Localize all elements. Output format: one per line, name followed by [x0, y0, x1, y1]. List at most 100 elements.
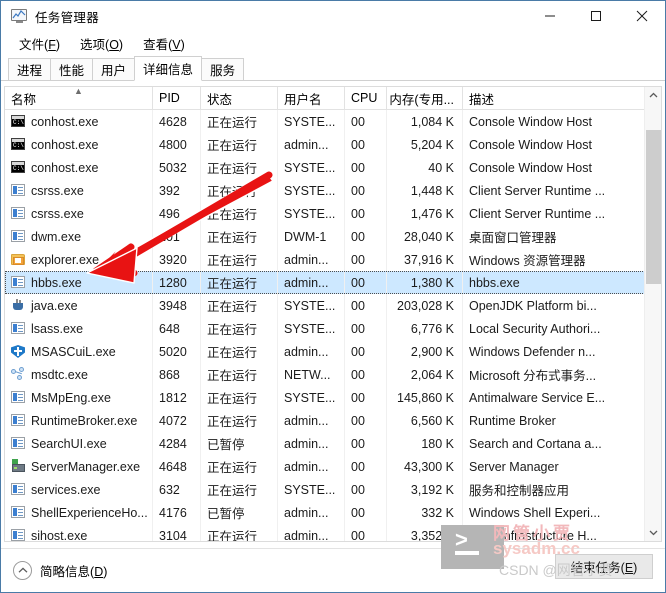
cell-name: msdtc.exe — [5, 363, 153, 386]
process-pid: 5032 — [159, 160, 187, 175]
table-row[interactable]: MSASCuiL.exe 5020 正在运行 admin... 00 2,900 K Win… — [5, 340, 661, 363]
scroll-down-button[interactable] — [645, 524, 661, 541]
tab-processes[interactable]: 进程 — [8, 58, 52, 81]
close-button[interactable] — [619, 1, 665, 31]
process-user: SYSTE... — [284, 321, 336, 336]
end-task-button[interactable]: 结束任务(E) — [555, 554, 653, 579]
process-name: SearchUI.exe — [31, 436, 107, 451]
cell-user: admin... — [278, 271, 345, 294]
task-manager-window: 任务管理器 文件(F) 选项(O) 查看(V) 进程 性能 用户 详细信息 服务 — [0, 0, 666, 593]
column-header-state-label: 状态 — [207, 92, 233, 107]
maximize-button[interactable] — [573, 1, 619, 31]
table-row[interactable]: sihost.exe 3104 正在运行 admin... 00 3,352 K Shell… — [5, 524, 661, 541]
column-header-description[interactable]: 描述 — [463, 87, 661, 109]
cell-memory: 3,192 K — [387, 478, 463, 501]
process-pid: 648 — [159, 321, 180, 336]
app-window-icon — [11, 482, 26, 497]
tab-services[interactable]: 服务 — [201, 58, 245, 81]
column-header-name[interactable]: 名称 ▲ — [5, 87, 153, 109]
cell-description: Server Manager — [463, 455, 661, 478]
menu-view[interactable]: 查看(V) — [133, 32, 195, 55]
table-row[interactable]: C:\ conhost.exe 4800 正在运行 admin... 00 5,204 K C… — [5, 133, 661, 156]
cell-state: 正在运行 — [201, 317, 278, 340]
cell-state: 正在运行 — [201, 156, 278, 179]
table-row[interactable]: RuntimeBroker.exe 4072 正在运行 admin... 00 6,560… — [5, 409, 661, 432]
column-header-pid[interactable]: PID — [153, 87, 201, 109]
process-description: Console Window Host — [469, 137, 592, 152]
process-description: Client Server Runtime ... — [469, 206, 606, 221]
menu-options-label: 选项 — [80, 37, 106, 52]
table-row[interactable]: C:\ conhost.exe 5032 正在运行 SYSTE... 00 40 K Cons… — [5, 156, 661, 179]
process-memory: 332 K — [421, 505, 454, 520]
table-row[interactable]: services.exe 632 正在运行 SYSTE... 00 3,192 K 服务和控… — [5, 478, 661, 501]
process-user: NETW... — [284, 367, 331, 382]
table-row[interactable]: java.exe 3948 正在运行 SYSTE... 00 203,028 K OpenJ… — [5, 294, 661, 317]
process-state: 正在运行 — [207, 484, 258, 498]
scrollbar-thumb[interactable] — [646, 130, 661, 284]
menu-bar: 文件(F) 选项(O) 查看(V) — [1, 31, 665, 55]
cell-memory: 1,448 K — [387, 179, 463, 202]
java-icon — [11, 298, 26, 313]
table-row[interactable]: dwm.exe 101 正在运行 DWM-1 00 28,040 K 桌面窗口管理器 — [5, 225, 661, 248]
process-cpu: 00 — [351, 528, 365, 542]
cell-user: SYSTE... — [278, 156, 345, 179]
vertical-scrollbar[interactable] — [644, 87, 661, 541]
cell-cpu: 00 — [345, 225, 387, 248]
table-row[interactable]: C:\ conhost.exe 4628 正在运行 SYSTE... 00 1,084 K C… — [5, 110, 661, 133]
brief-info-toggle[interactable]: 简略信息(D) — [13, 561, 107, 580]
table-row[interactable]: explorer.exe 3920 正在运行 admin... 00 37,916 K Wi… — [5, 248, 661, 271]
menu-file[interactable]: 文件(F) — [9, 32, 70, 55]
tab-details[interactable]: 详细信息 — [134, 56, 203, 81]
cell-name: C:\ conhost.exe — [5, 133, 153, 156]
table-row[interactable]: SearchUI.exe 4284 已暂停 admin... 00 180 K Search… — [5, 432, 661, 455]
table-row[interactable]: lsass.exe 648 正在运行 SYSTE... 00 6,776 K Local S… — [5, 317, 661, 340]
cell-description: Runtime Broker — [463, 409, 661, 432]
app-window-icon — [11, 505, 26, 520]
table-row[interactable]: MsMpEng.exe 1812 正在运行 SYSTE... 00 145,860 K An… — [5, 386, 661, 409]
table-row[interactable]: ShellExperienceHo... 4176 已暂停 admin... 00 332… — [5, 501, 661, 524]
process-pid: 3920 — [159, 252, 187, 267]
cell-description: Console Window Host — [463, 156, 661, 179]
column-header-state[interactable]: 状态 — [201, 87, 278, 109]
scroll-up-button[interactable] — [645, 87, 661, 104]
cell-pid: 392 — [153, 179, 201, 202]
cell-cpu: 00 — [345, 133, 387, 156]
cell-cpu: 00 — [345, 179, 387, 202]
tab-performance[interactable]: 性能 — [50, 58, 94, 81]
cell-user: SYSTE... — [278, 386, 345, 409]
cell-state: 正在运行 — [201, 179, 278, 202]
cell-pid: 632 — [153, 478, 201, 501]
process-pid: 632 — [159, 482, 180, 497]
menu-options[interactable]: 选项(O) — [70, 32, 133, 55]
cell-name: lsass.exe — [5, 317, 153, 340]
table-row[interactable]: csrss.exe 496 正在运行 SYSTE... 00 1,476 K Client … — [5, 202, 661, 225]
cell-memory: 28,040 K — [387, 225, 463, 248]
process-name: conhost.exe — [31, 160, 99, 175]
cell-pid: 4072 — [153, 409, 201, 432]
cell-state: 正在运行 — [201, 455, 278, 478]
shield-icon — [11, 344, 26, 359]
table-row[interactable]: csrss.exe 392 正在运行 SYSTE... 00 1,448 K Client … — [5, 179, 661, 202]
column-header-cpu[interactable]: CPU — [345, 87, 387, 109]
minimize-button[interactable] — [527, 1, 573, 31]
cell-memory: 6,776 K — [387, 317, 463, 340]
menu-file-accel: F — [48, 37, 56, 52]
column-header-name-label: 名称 — [11, 92, 37, 107]
table-row-selected[interactable]: hbbs.exe 1280 正在运行 admin... 00 1,380 K hbbs.ex… — [5, 271, 661, 294]
process-memory: 6,776 K — [410, 321, 454, 336]
console-icon: C:\ — [11, 114, 26, 129]
process-name: csrss.exe — [31, 183, 84, 198]
process-description: Windows Defender n... — [469, 344, 596, 359]
column-header-user[interactable]: 用户名 — [278, 87, 345, 109]
table-row[interactable]: msdtc.exe 868 正在运行 NETW... 00 2,064 K Microsof… — [5, 363, 661, 386]
cell-name: services.exe — [5, 478, 153, 501]
cell-user: NETW... — [278, 363, 345, 386]
menu-view-label: 查看 — [143, 37, 169, 52]
table-row[interactable]: ServerManager.exe 4648 正在运行 admin... 00 43,30… — [5, 455, 661, 478]
process-user: admin... — [284, 137, 329, 152]
console-icon: C:\ — [11, 137, 26, 152]
tab-users[interactable]: 用户 — [92, 58, 136, 81]
process-name: MSASCuiL.exe — [31, 344, 116, 359]
process-user: admin... — [284, 344, 329, 359]
column-header-memory[interactable]: 内存(专用... — [387, 87, 463, 109]
